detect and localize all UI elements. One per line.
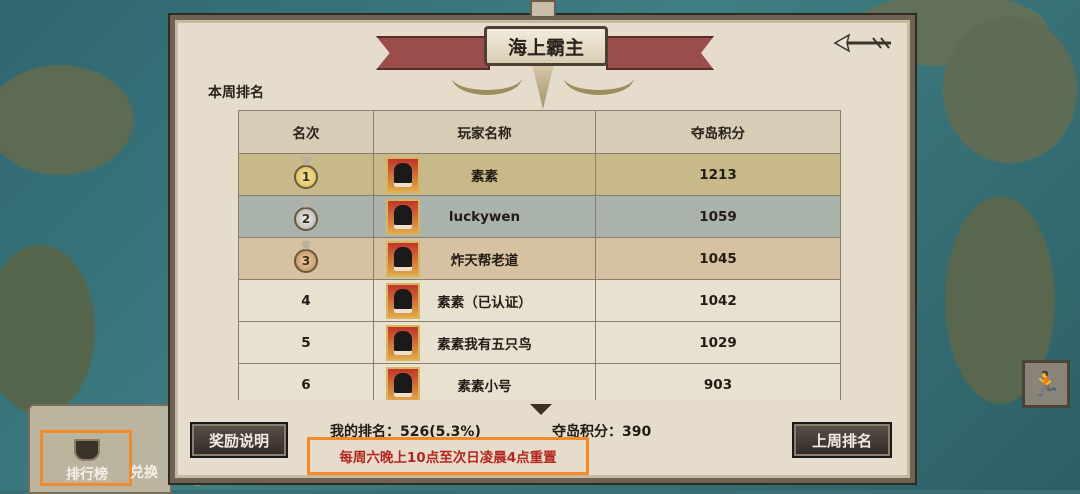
- score-cell: 1042: [595, 279, 841, 322]
- table-row[interactable]: 4 素素（已认证） 1042: [238, 279, 841, 322]
- table-header-row: 名次 玩家名称 夺岛积分: [238, 110, 841, 154]
- ranking-table-viewport[interactable]: 名次 玩家名称 夺岛积分 1 素素 1213 2 luckywen 1059 3…: [238, 110, 842, 400]
- header-player: 玩家名称: [373, 110, 596, 154]
- scroll-down-icon[interactable]: [530, 404, 552, 415]
- score-cell: 1213: [595, 153, 841, 196]
- last-week-ranking-button[interactable]: 上周排名: [792, 422, 892, 458]
- rank-cell: 4: [238, 279, 374, 322]
- avatar: [386, 157, 420, 193]
- rank-cell: 5: [238, 321, 374, 364]
- score-cell: 1059: [595, 195, 841, 238]
- rank-cell: 2: [238, 195, 374, 238]
- rank-cell: 1: [238, 153, 374, 196]
- reset-schedule-note: 每周六晚上10点至次日凌晨4点重置: [307, 437, 589, 475]
- table-row[interactable]: 6 素素小号 903: [238, 363, 841, 400]
- leaderboard-tab-highlight: [40, 430, 132, 486]
- player-cell: luckywen: [373, 195, 596, 238]
- rank-cell: 3: [238, 237, 374, 280]
- player-name: luckywen: [448, 208, 521, 225]
- header-score: 夺岛积分: [595, 110, 841, 154]
- player-name: 素素（已认证）: [437, 294, 532, 311]
- player-name: 素素我有五只鸟: [437, 336, 532, 353]
- player-cell: 素素（已认证）: [373, 279, 596, 322]
- player-cell: 素素我有五只鸟: [373, 321, 596, 364]
- page-title: 海上霸主: [484, 26, 608, 66]
- score-cell: 1045: [595, 237, 841, 280]
- exit-button[interactable]: 🏃: [1022, 360, 1070, 408]
- ranking-table: 名次 玩家名称 夺岛积分 1 素素 1213 2 luckywen 1059 3…: [238, 110, 841, 400]
- exchange-tab[interactable]: 兑换: [130, 462, 158, 482]
- silver-medal-icon: 2: [294, 206, 318, 231]
- header-rank: 名次: [238, 110, 374, 154]
- close-button[interactable]: [832, 33, 894, 53]
- bronze-medal-icon: 3: [294, 248, 318, 273]
- player-name: 素素: [471, 168, 498, 185]
- reward-info-button[interactable]: 奖励说明: [190, 422, 288, 458]
- avatar: [386, 199, 420, 235]
- panel-top-ornament: [530, 0, 556, 18]
- player-cell: 素素: [373, 153, 596, 196]
- avatar: [386, 283, 420, 319]
- gold-medal-icon: 1: [294, 164, 318, 189]
- score-cell: 903: [595, 363, 841, 400]
- rank-cell: 6: [238, 363, 374, 400]
- table-row[interactable]: 5 素素我有五只鸟 1029: [238, 321, 841, 364]
- table-row[interactable]: 3 炸天帮老道 1045: [238, 237, 841, 280]
- week-ranking-label: 本周排名: [208, 85, 264, 101]
- player-name: 素素小号: [457, 378, 512, 395]
- spear-close-icon: [833, 33, 891, 53]
- player-cell: 炸天帮老道: [373, 237, 596, 280]
- table-row[interactable]: 2 luckywen 1059: [238, 195, 841, 238]
- player-cell: 素素小号: [373, 363, 596, 400]
- table-row[interactable]: 1 素素 1213: [238, 153, 841, 196]
- running-man-icon: 🏃: [1031, 370, 1061, 398]
- player-name: 炸天帮老道: [450, 252, 519, 269]
- avatar: [386, 367, 420, 400]
- avatar: [386, 241, 420, 277]
- score-cell: 1029: [595, 321, 841, 364]
- avatar: [386, 325, 420, 361]
